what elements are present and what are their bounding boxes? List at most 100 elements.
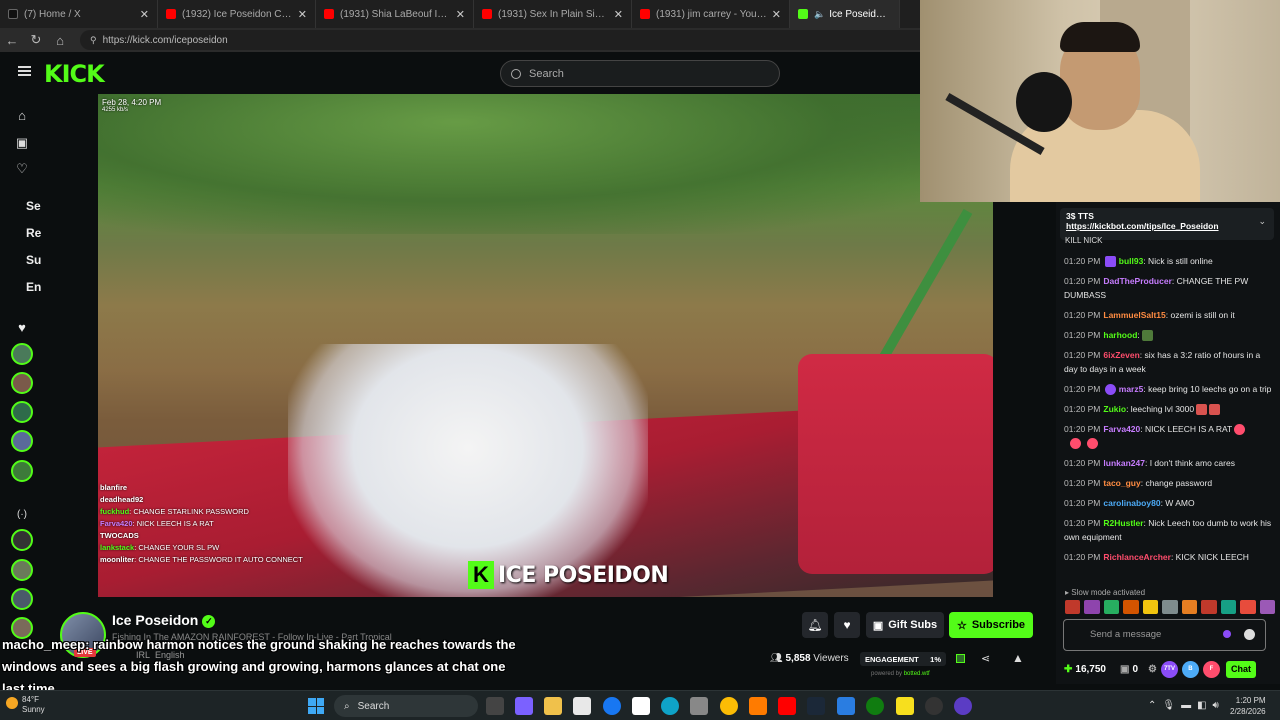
report-icon[interactable]: ▲ <box>1012 651 1024 665</box>
browser-tab-active[interactable]: 🔈Ice Poseidon Strea <box>790 0 900 28</box>
amazon-icon[interactable] <box>632 697 650 715</box>
ffz-icon[interactable]: F <box>1202 660 1220 678</box>
chat-username[interactable]: harhood <box>1103 330 1137 340</box>
menu-icon[interactable] <box>18 66 31 76</box>
calculator-icon[interactable] <box>690 697 708 715</box>
emote-icon[interactable] <box>1220 600 1237 614</box>
chrome-icon[interactable] <box>720 697 738 715</box>
notes-icon[interactable] <box>896 697 914 715</box>
browser-tab[interactable]: (7) Home / X ✕ <box>0 0 158 28</box>
sidebar-item-label[interactable]: Su <box>26 253 41 267</box>
vlc-icon[interactable] <box>749 697 767 715</box>
home-icon[interactable]: ⌂ <box>48 33 72 48</box>
chat-username[interactable]: R2Hustler <box>1103 518 1143 528</box>
chat-username[interactable]: LammuelSalt15 <box>1103 310 1165 320</box>
follow-button[interactable]: ♥ <box>834 612 860 638</box>
start-icon[interactable] <box>308 698 324 714</box>
points-icon[interactable]: ✚ <box>1064 664 1072 675</box>
emote-icon[interactable] <box>1181 600 1198 614</box>
search-input[interactable]: Search <box>500 60 780 87</box>
video-player[interactable]: Feb 28, 4:20 PM 4255 kb/s blanfire deadhe… <box>98 94 993 597</box>
gift-subs-button[interactable]: ▣ Gift Subs <box>866 612 944 638</box>
task-view-icon[interactable] <box>486 697 504 715</box>
avatar[interactable] <box>11 460 33 482</box>
chat-username[interactable]: bull93 <box>1119 256 1144 266</box>
sidebar-item-label[interactable]: Se <box>26 199 41 213</box>
kick-logo[interactable]: KICK <box>44 60 105 88</box>
browser-tab[interactable]: (1932) Ice Poseidon Cancels Amaz✕ <box>158 0 316 28</box>
browser-tab[interactable]: (1931) Sex In Plain Sight: The Figh✕ <box>474 0 632 28</box>
emote-icon[interactable] <box>1103 600 1120 614</box>
chat-username[interactable]: RichlanceArcher <box>1103 552 1171 562</box>
avatar[interactable] <box>11 559 33 581</box>
emote-icon[interactable] <box>1065 600 1081 614</box>
avatar[interactable] <box>11 529 33 551</box>
steam-icon[interactable] <box>807 697 825 715</box>
chat-username[interactable]: DadTheProducer <box>1103 276 1172 286</box>
system-tray[interactable]: ⌃🎙︎▬◧🔊︎ <box>1148 700 1225 711</box>
site-info-icon[interactable]: ⚲ <box>90 35 97 46</box>
following-icon[interactable]: ♡ <box>14 161 30 177</box>
back-icon[interactable]: ← <box>0 33 24 48</box>
chat-username[interactable]: carolinaboy80 <box>1103 498 1160 508</box>
gift-icon[interactable]: ▣ <box>1120 664 1129 675</box>
app-icon[interactable] <box>954 697 972 715</box>
speaker-icon[interactable]: 🔈 <box>814 9 825 20</box>
emote-icon[interactable] <box>1240 600 1256 614</box>
pinned-link[interactable]: https://kickbot.com/tips/Ice_Poseidon <box>1066 221 1268 231</box>
store-icon[interactable] <box>573 697 591 715</box>
url-field[interactable]: ⚲ https://kick.com/iceposeidon <box>80 30 960 50</box>
copilot-icon[interactable] <box>515 697 533 715</box>
avatar[interactable] <box>11 401 33 423</box>
close-tab-icon[interactable]: ✕ <box>772 8 781 21</box>
emote-icon[interactable] <box>1259 600 1275 614</box>
edge-icon[interactable] <box>661 697 679 715</box>
share-icon[interactable]: ⋖ <box>981 652 990 665</box>
close-tab-icon[interactable]: ✕ <box>614 8 623 21</box>
chat-username[interactable]: lunkan247 <box>1103 458 1145 468</box>
youtube-icon[interactable] <box>778 697 796 715</box>
chat-username[interactable]: Farva420 <box>1103 424 1140 434</box>
taskbar-clock[interactable]: 1:20 PM 2/28/2026 <box>1230 695 1266 717</box>
browse-icon[interactable]: ▣ <box>14 135 30 151</box>
emoji-icon[interactable] <box>1244 629 1255 640</box>
xbox-icon[interactable] <box>866 697 884 715</box>
avatar[interactable] <box>11 372 33 394</box>
facebook-icon[interactable] <box>603 697 621 715</box>
bttv-icon[interactable]: B <box>1181 660 1199 678</box>
browser-tab[interactable]: (1931) Shia LaBeouf Interview - Yo✕ <box>316 0 474 28</box>
chat-send-button[interactable]: Chat <box>1225 660 1256 678</box>
settings-icon[interactable]: ⚙ <box>1148 664 1157 675</box>
chat-username[interactable]: taco_guy <box>1103 478 1140 488</box>
emote-icon[interactable] <box>1084 600 1100 614</box>
sidebar-item-label[interactable]: Re <box>26 226 41 240</box>
chevron-down-icon[interactable]: ⌄ <box>1258 216 1266 227</box>
home-icon[interactable]: ⌂ <box>14 108 30 124</box>
browser-tab[interactable]: (1931) jim carrey - YouTube ✕ <box>632 0 790 28</box>
power-up-icon[interactable] <box>1223 630 1231 638</box>
emote-icon[interactable] <box>1142 600 1159 614</box>
close-tab-icon[interactable]: ✕ <box>140 8 149 21</box>
chat-input[interactable]: Send a message <box>1063 619 1266 651</box>
avatar[interactable] <box>11 343 33 365</box>
file-explorer-icon[interactable] <box>544 697 562 715</box>
obs-icon[interactable] <box>925 697 943 715</box>
chat-username[interactable]: 6ixZeven <box>1103 350 1139 360</box>
avatar[interactable] <box>11 430 33 452</box>
heart-icon[interactable]: ♥ <box>14 320 30 336</box>
subscribe-button[interactable]: ☆ Subscribe <box>949 612 1033 638</box>
avatar[interactable] <box>11 588 33 610</box>
sidebar-item-label[interactable]: En <box>26 280 41 294</box>
channel-name[interactable]: Ice Poseidon ✓ <box>112 612 216 628</box>
emote-icon[interactable] <box>1162 600 1178 614</box>
chat-username[interactable]: marz5 <box>1119 384 1144 394</box>
close-tab-icon[interactable]: ✕ <box>456 8 465 21</box>
close-tab-icon[interactable]: ✕ <box>298 8 307 21</box>
reload-icon[interactable]: ↻ <box>24 32 48 48</box>
app-icon[interactable] <box>837 697 855 715</box>
7tv-icon[interactable]: 7TV <box>1160 660 1178 678</box>
emote-icon[interactable] <box>1201 600 1217 614</box>
chat-username[interactable]: Zukio <box>1103 404 1126 414</box>
taskbar-search[interactable]: ⌕ Search <box>334 695 478 717</box>
emote-icon[interactable] <box>1123 600 1139 614</box>
